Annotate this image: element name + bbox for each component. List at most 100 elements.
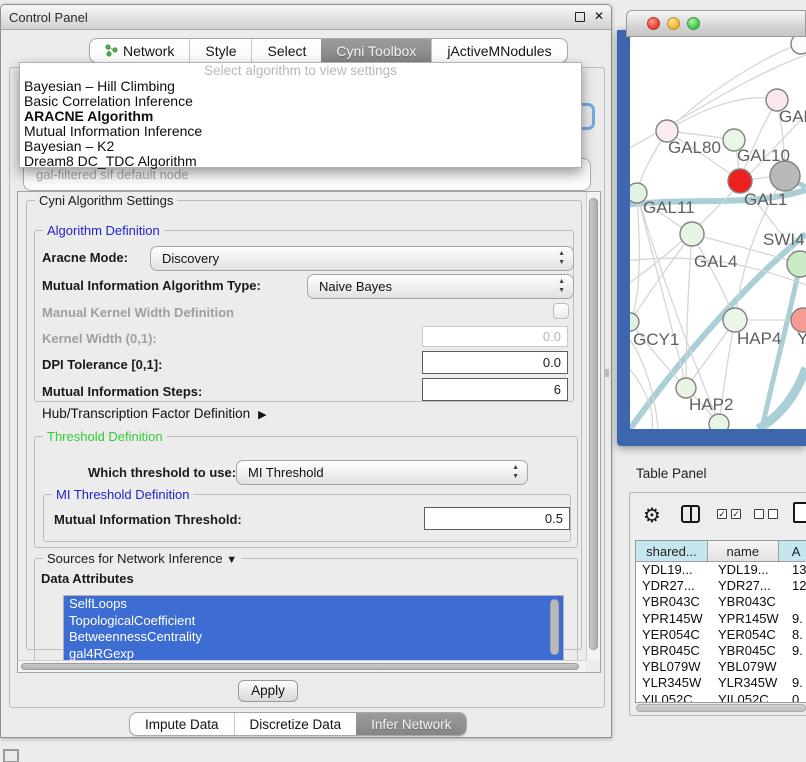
table-row[interactable]: YLR345WYLR345W9. [636,675,806,691]
algorithm-option[interactable]: ARACNE Algorithm [20,109,581,124]
network-node[interactable] [770,161,800,191]
tab-network[interactable]: Network [90,39,189,62]
tab-style[interactable]: Style [189,39,251,62]
manual-kernel-width-checkbox[interactable] [553,303,569,319]
network-graph: GALGAL80GAL10GAL1GAL11SWI4GAL4GCY1HAP4YH… [630,37,806,429]
table-row[interactable]: YBL079WYBL079W [636,659,806,675]
attribute-list-item[interactable]: TopologicalCoefficient [64,613,563,630]
cyni-algorithm-settings-legend: Cyni Algorithm Settings [35,193,177,208]
apply-button[interactable]: Apply [238,680,298,702]
mi-algorithm-type-label: Mutual Information Algorithm Type: [42,278,261,293]
table-cell: 13 [787,562,806,578]
hub-definition-toggle[interactable]: Hub/Transcription Factor Definition▶ [42,406,267,421]
vertical-scrollbar[interactable] [586,192,600,660]
table-scrollbar-thumb[interactable] [636,704,806,712]
splitter-handle[interactable] [605,369,609,377]
mi-threshold-field[interactable]: 0.5 [424,507,570,530]
mi-steps-label: Mutual Information Steps: [42,384,202,399]
algorithm-option[interactable]: Dream8 DC_TDC Algorithm [20,154,581,169]
table-cell: 9. [787,675,806,691]
deselect-all-checkboxes-icon[interactable] [754,509,778,519]
tab-jactivemnodules[interactable]: jActiveMNodules [431,39,566,62]
table-row[interactable]: YER054CYER054C8. [636,627,806,643]
which-threshold-value: MI Threshold [248,465,324,480]
tab-infer-network[interactable]: Infer Network [356,713,466,735]
tab-discretize-data-label: Discretize Data [250,717,342,732]
list-scrollbar-thumb[interactable] [550,599,559,655]
vertical-scrollbar-thumb[interactable] [589,198,598,650]
new-table-icon[interactable] [793,502,806,523]
manual-kernel-width-label: Manual Kernel Width Definition [42,305,234,320]
algorithm-dropdown-popup: Select algorithm to view settings Bayesi… [19,62,582,168]
network-window-titlebar[interactable] [626,10,806,37]
algorithm-option[interactable]: Bayesian – Hill Climbing [20,79,581,94]
network-canvas[interactable]: GALGAL80GAL10GAL1GAL11SWI4GAL4GCY1HAP4YH… [630,37,806,429]
mi-algorithm-type-combobox[interactable]: Naive Bayes ▲▼ [307,274,574,299]
network-node[interactable] [791,37,806,54]
table-row[interactable]: YBR045CYBR045C9. [636,643,806,659]
control-panel-tabs: Network Style Select Cyni Toolbox jActiv… [89,38,568,63]
network-node-label: Y [797,329,806,348]
data-attributes-list[interactable]: SelfLoopsTopologicalCoefficientBetweenne… [63,595,564,662]
kernel-width-field[interactable]: 0.0 [422,326,568,347]
float-window-icon[interactable] [575,12,585,22]
select-all-checkboxes-icon[interactable]: ✓✓ [717,509,741,519]
table-column-header[interactable]: name [708,541,779,562]
threshold-definition-group: Threshold Definition Which threshold to … [34,436,578,548]
network-node[interactable] [709,414,729,429]
combo-spinner-icon: ▲▼ [512,463,519,481]
dpi-tolerance-field[interactable]: 0.0 [422,351,568,374]
table-cell: YDR27... [712,578,787,594]
table-row[interactable]: YDR27...YDR27...12 [636,578,806,594]
table-row[interactable]: YPR145WYPR145W9. [636,611,806,627]
control-panel-titlebar[interactable]: Control Panel ✕ [1,5,611,30]
mi-threshold-group: MI Threshold Definition Mutual Informati… [43,494,571,542]
network-node-gcy1[interactable] [630,313,639,331]
tab-impute-data[interactable]: Impute Data [130,713,234,735]
table-row[interactable]: YIL052CYIL052C0 [636,692,806,703]
table-row[interactable]: YDL19...YDL19...13 [636,562,806,578]
algorithm-placeholder: Select algorithm to view settings [20,63,581,79]
table-settings-gear-icon[interactable]: ⚙ [643,503,661,528]
tab-cyni-toolbox[interactable]: Cyni Toolbox [321,39,431,62]
network-node-gal4[interactable] [680,222,704,246]
table-cell [787,594,806,610]
table-column-header[interactable]: shared... [636,541,708,562]
algorithm-option[interactable]: Bayesian – K2 [20,139,581,154]
table-cell: YIL052C [636,692,712,703]
settings-scrollpane: Cyni Algorithm Settings Algorithm Defini… [17,191,601,673]
mi-steps-field[interactable]: 6 [422,378,568,401]
network-node-swi4[interactable] [787,251,806,277]
horizontal-scrollbar-thumb[interactable] [21,663,579,670]
tab-discretize-data[interactable]: Discretize Data [234,713,357,735]
zoom-traffic-light[interactable] [687,17,700,30]
attribute-list-item[interactable]: SelfLoops [64,596,563,613]
panel-grip-icon[interactable] [3,749,19,762]
tab-select[interactable]: Select [251,39,321,62]
minimize-traffic-light[interactable] [667,17,680,30]
application-screen: Control Panel ✕ Network Style Select [0,0,806,762]
close-icon[interactable]: ✕ [594,9,604,23]
table-cell: YLR345W [636,675,712,691]
algorithm-option[interactable]: Basic Correlation Inference [20,94,581,109]
tab-jactivemnodules-label: jActiveMNodules [447,43,551,59]
network-edge [637,193,686,388]
attribute-list-item[interactable]: BetweennessCentrality [64,629,563,646]
tab-infer-network-label: Infer Network [371,717,451,732]
table-column-header[interactable]: A [779,541,806,562]
table-row[interactable]: YBR043CYBR043C [636,594,806,610]
table-panel-title: Table Panel [636,466,707,481]
mi-threshold-legend: MI Threshold Definition [52,487,193,502]
table-cell: YER054C [636,627,712,643]
aracne-mode-combobox[interactable]: Discovery ▲▼ [150,246,574,271]
close-traffic-light[interactable] [647,17,660,30]
column-visibility-icon[interactable] [681,505,700,523]
which-threshold-combobox[interactable]: MI Threshold ▲▼ [236,460,528,485]
sources-legend[interactable]: Sources for Network Inference ▼ [43,551,241,566]
algorithm-option[interactable]: Mutual Information Inference [20,124,581,139]
horizontal-scrollbar[interactable] [18,660,586,672]
algorithm-option-list: Bayesian – Hill ClimbingBasic Correlatio… [20,79,581,169]
table-horizontal-scrollbar[interactable] [635,703,806,714]
network-node-label: GAL [779,107,806,126]
algorithm-definition-legend: Algorithm Definition [43,223,164,238]
